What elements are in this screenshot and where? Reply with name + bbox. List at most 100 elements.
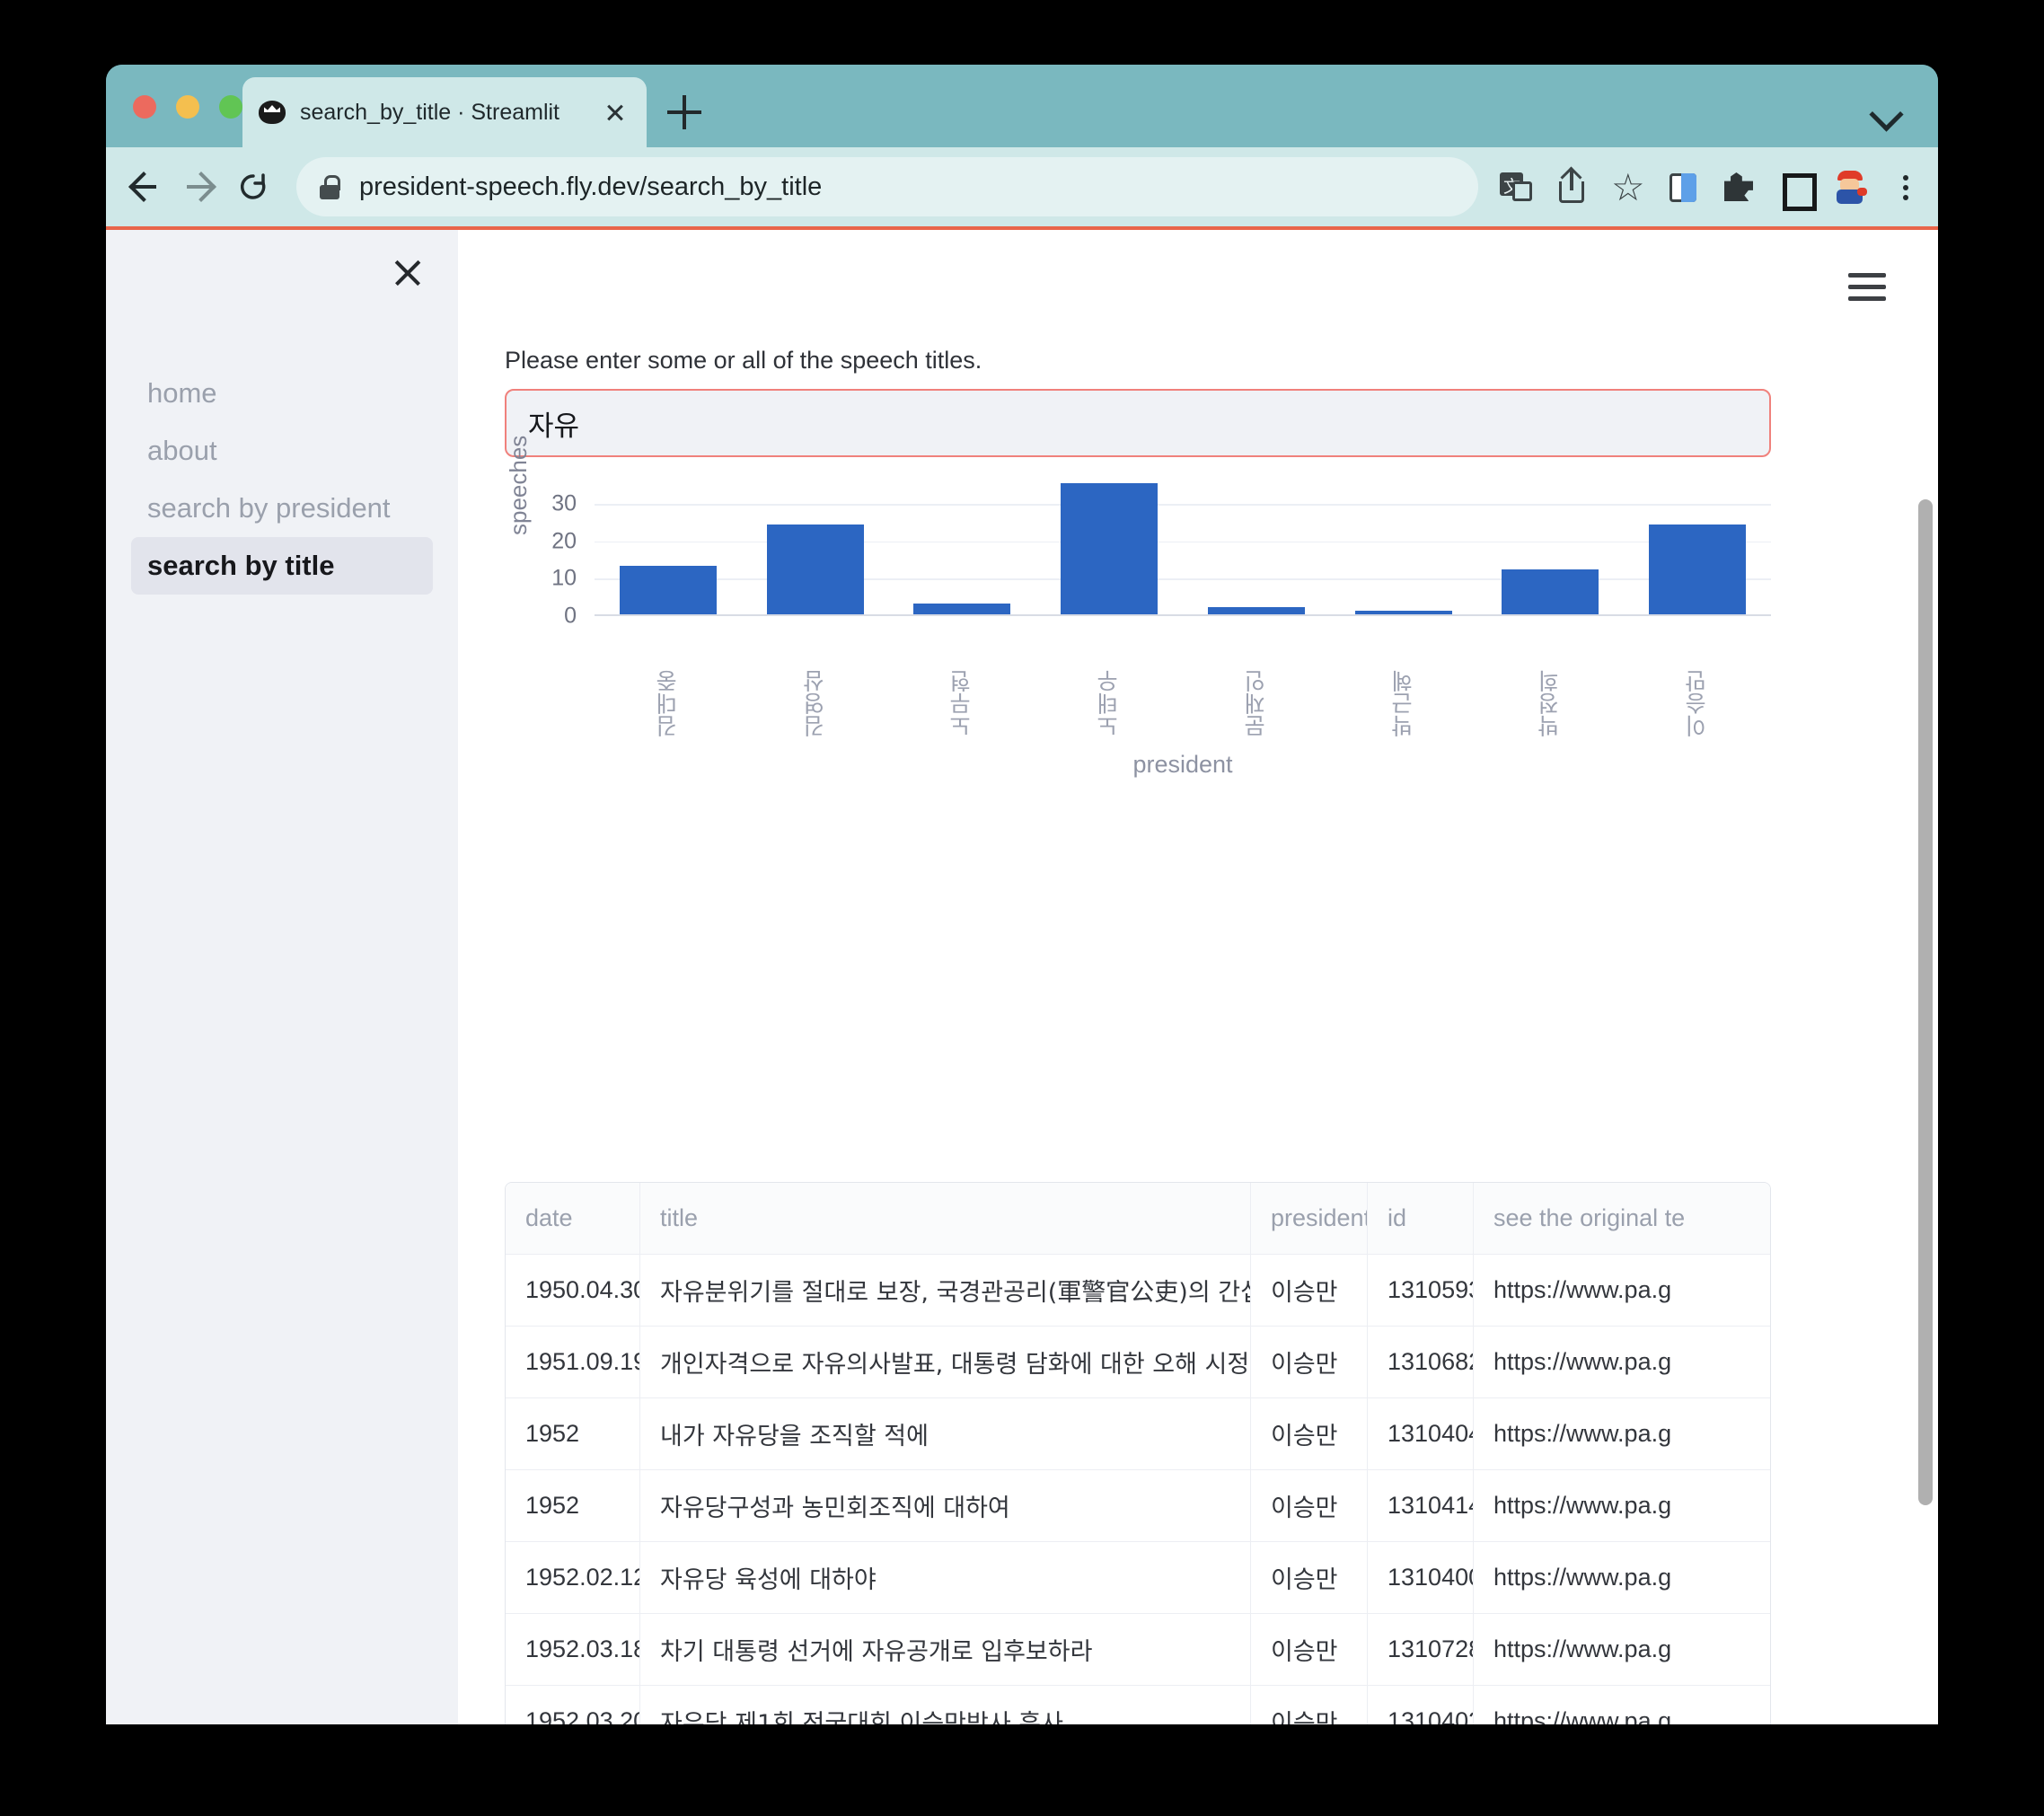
chart-x-tick-label: 김영삼 <box>801 670 828 737</box>
table-row[interactable]: 1951.09.19 개인자격으로 자유의사발표, 대통령 담화에 대한 오해 시… <box>506 1327 1770 1398</box>
window-controls <box>133 95 242 119</box>
cell-link[interactable]: https://www.pa.g <box>1474 1542 1770 1613</box>
page-viewport: home about search by president search by… <box>106 226 1938 1724</box>
table-row[interactable]: 1952.02.12 자유당 육성에 대하야 이승만 1310400 https://w… <box>506 1542 1770 1614</box>
url-text: president-speech.fly.dev/search_by_title <box>359 172 823 201</box>
results-table: date title president id see the original… <box>505 1182 1771 1724</box>
sidebar-nav: home about search by president search by… <box>106 365 458 595</box>
vertical-scrollbar[interactable] <box>1918 499 1933 1505</box>
chart-bar-cell <box>1183 606 1330 614</box>
table-body: 1950.04.30 자유분위기를 절대로 보장, 국경관공리(軍警官公吏)의 간… <box>506 1255 1770 1724</box>
browser-toolbar: president-speech.fly.dev/search_by_title <box>106 147 1938 226</box>
chart-bar[interactable] <box>1061 483 1159 614</box>
address-bar[interactable]: president-speech.fly.dev/search_by_title <box>296 157 1478 216</box>
search-label: Please enter some or all of the speech t… <box>505 347 982 374</box>
column-header-date[interactable]: date <box>506 1183 640 1254</box>
chart-bar-cell <box>742 525 889 614</box>
table-row[interactable]: 1952.03.18 차기 대통령 선거에 자유공개로 입후보하라 이승만 13107… <box>506 1614 1770 1686</box>
profile-avatar-icon[interactable] <box>1827 163 1873 210</box>
cell-link[interactable]: https://www.pa.g <box>1474 1255 1770 1326</box>
sidebar-item-search-by-president[interactable]: search by president <box>131 480 433 537</box>
search-input[interactable] <box>505 389 1771 457</box>
speeches-by-president-chart: speeches 0 10 20 30 김대중 김영삼 노무현 노태우 문재인 박근혜 박정희 이승… <box>505 436 1771 823</box>
cell-title: 자유당 육성에 대하야 <box>640 1542 1251 1613</box>
cell-president: 이승만 <box>1251 1470 1368 1541</box>
chart-bar-cell <box>1624 525 1771 614</box>
chart-x-axis-ticks: 김대중 김영삼 노무현 노태우 문재인 박근혜 박정희 이승만 <box>595 621 1771 737</box>
new-tab-button[interactable] <box>667 95 701 129</box>
lock-icon <box>320 174 340 199</box>
sidebar-item-search-by-title[interactable]: search by title <box>131 537 433 595</box>
cell-link[interactable]: https://www.pa.g <box>1474 1398 1770 1469</box>
sidebar-item-about[interactable]: about <box>131 422 433 480</box>
chart-x-tick-cell: 박근혜 <box>1330 621 1477 737</box>
chart-x-tick-label: 박정희 <box>1537 670 1564 737</box>
browser-tab-strip: search_by_title · Streamlit <box>106 65 1938 147</box>
cell-link[interactable]: https://www.pa.g <box>1474 1614 1770 1685</box>
cell-link[interactable]: https://www.pa.g <box>1474 1327 1770 1397</box>
reload-button[interactable] <box>230 163 277 210</box>
sidebar-item-home[interactable]: home <box>131 365 433 422</box>
cell-id: 1310728 <box>1368 1614 1474 1685</box>
chart-bar-cell <box>595 565 742 614</box>
cell-title: 내가 자유당을 조직할 적에 <box>640 1398 1251 1469</box>
side-panel-icon[interactable] <box>1660 163 1706 210</box>
chart-bar[interactable] <box>1502 569 1599 614</box>
chart-x-axis-label: president <box>1132 751 1233 778</box>
cell-link[interactable]: https://www.pa.g <box>1474 1686 1770 1724</box>
close-window-button[interactable] <box>133 95 156 119</box>
maximize-window-button[interactable] <box>219 95 242 119</box>
chart-bar[interactable] <box>1649 525 1747 614</box>
table-row[interactable]: 1952.03.20 자유당 제1회 전국대회 이승만박사 훈사 이승만 131040… <box>506 1686 1770 1724</box>
chart-y-axis-ticks: 0 10 20 30 <box>514 481 577 629</box>
back-button[interactable] <box>119 163 165 210</box>
minimize-window-button[interactable] <box>176 95 199 119</box>
app-sidebar: home about search by president search by… <box>106 230 458 1724</box>
cell-president: 이승만 <box>1251 1542 1368 1613</box>
chart-bar[interactable] <box>619 565 717 614</box>
chart-bar[interactable] <box>1354 610 1452 614</box>
chart-x-axis-line <box>595 614 1771 616</box>
tab-title: search_by_title · Streamlit <box>300 99 560 125</box>
chart-bar[interactable] <box>913 603 1011 614</box>
chart-x-tick-cell: 문재인 <box>1183 621 1330 737</box>
cell-id: 1310593 <box>1368 1255 1474 1326</box>
chart-x-tick-cell: 이승만 <box>1624 621 1771 737</box>
chart-y-tick: 30 <box>551 490 577 516</box>
chevron-down-icon[interactable] <box>1870 97 1902 129</box>
column-header-title[interactable]: title <box>640 1183 1251 1254</box>
column-header-id[interactable]: id <box>1368 1183 1474 1254</box>
browser-tab[interactable]: search_by_title · Streamlit <box>242 77 647 147</box>
cell-id: 1310414 <box>1368 1470 1474 1541</box>
table-row[interactable]: 1950.04.30 자유분위기를 절대로 보장, 국경관공리(軍警官公吏)의 간… <box>506 1255 1770 1327</box>
chart-bar-cell <box>889 603 1036 614</box>
column-header-original-text[interactable]: see the original te <box>1474 1183 1770 1254</box>
extensions-puzzle-icon[interactable] <box>1715 163 1762 210</box>
chart-bar-cell <box>1477 569 1625 614</box>
cell-date: 1952 <box>506 1470 640 1541</box>
streamlit-favicon-icon <box>259 99 286 126</box>
cell-date: 1950.04.30 <box>506 1255 640 1326</box>
close-sidebar-icon[interactable] <box>390 255 426 291</box>
chart-x-tick-label: 김대중 <box>654 670 681 737</box>
share-icon[interactable] <box>1548 163 1595 210</box>
cell-president: 이승만 <box>1251 1398 1368 1469</box>
column-header-president[interactable]: president <box>1251 1183 1368 1254</box>
chart-x-tick-label: 노태우 <box>1096 670 1123 737</box>
table-row[interactable]: 1952 내가 자유당을 조직할 적에 이승만 1310404 https://www.… <box>506 1398 1770 1470</box>
bookmark-star-icon[interactable] <box>1604 163 1651 210</box>
translate-icon[interactable] <box>1493 163 1539 210</box>
chart-bar[interactable] <box>1207 606 1305 614</box>
cell-president: 이승만 <box>1251 1327 1368 1397</box>
chart-bar[interactable] <box>766 525 864 614</box>
hamburger-menu-icon[interactable] <box>1848 273 1886 302</box>
chart-x-tick-cell: 박정희 <box>1477 621 1625 737</box>
split-view-icon[interactable] <box>1771 163 1818 211</box>
table-row[interactable]: 1952 자유당구성과 농민회조직에 대하여 이승만 1310414 https://w… <box>506 1470 1770 1542</box>
chrome-menu-kebab-icon[interactable] <box>1882 163 1929 210</box>
cell-link[interactable]: https://www.pa.g <box>1474 1470 1770 1541</box>
forward-button[interactable] <box>178 163 225 210</box>
cell-title: 차기 대통령 선거에 자유공개로 입후보하라 <box>640 1614 1251 1685</box>
cell-date: 1951.09.19 <box>506 1327 640 1397</box>
close-tab-icon[interactable] <box>600 97 630 128</box>
